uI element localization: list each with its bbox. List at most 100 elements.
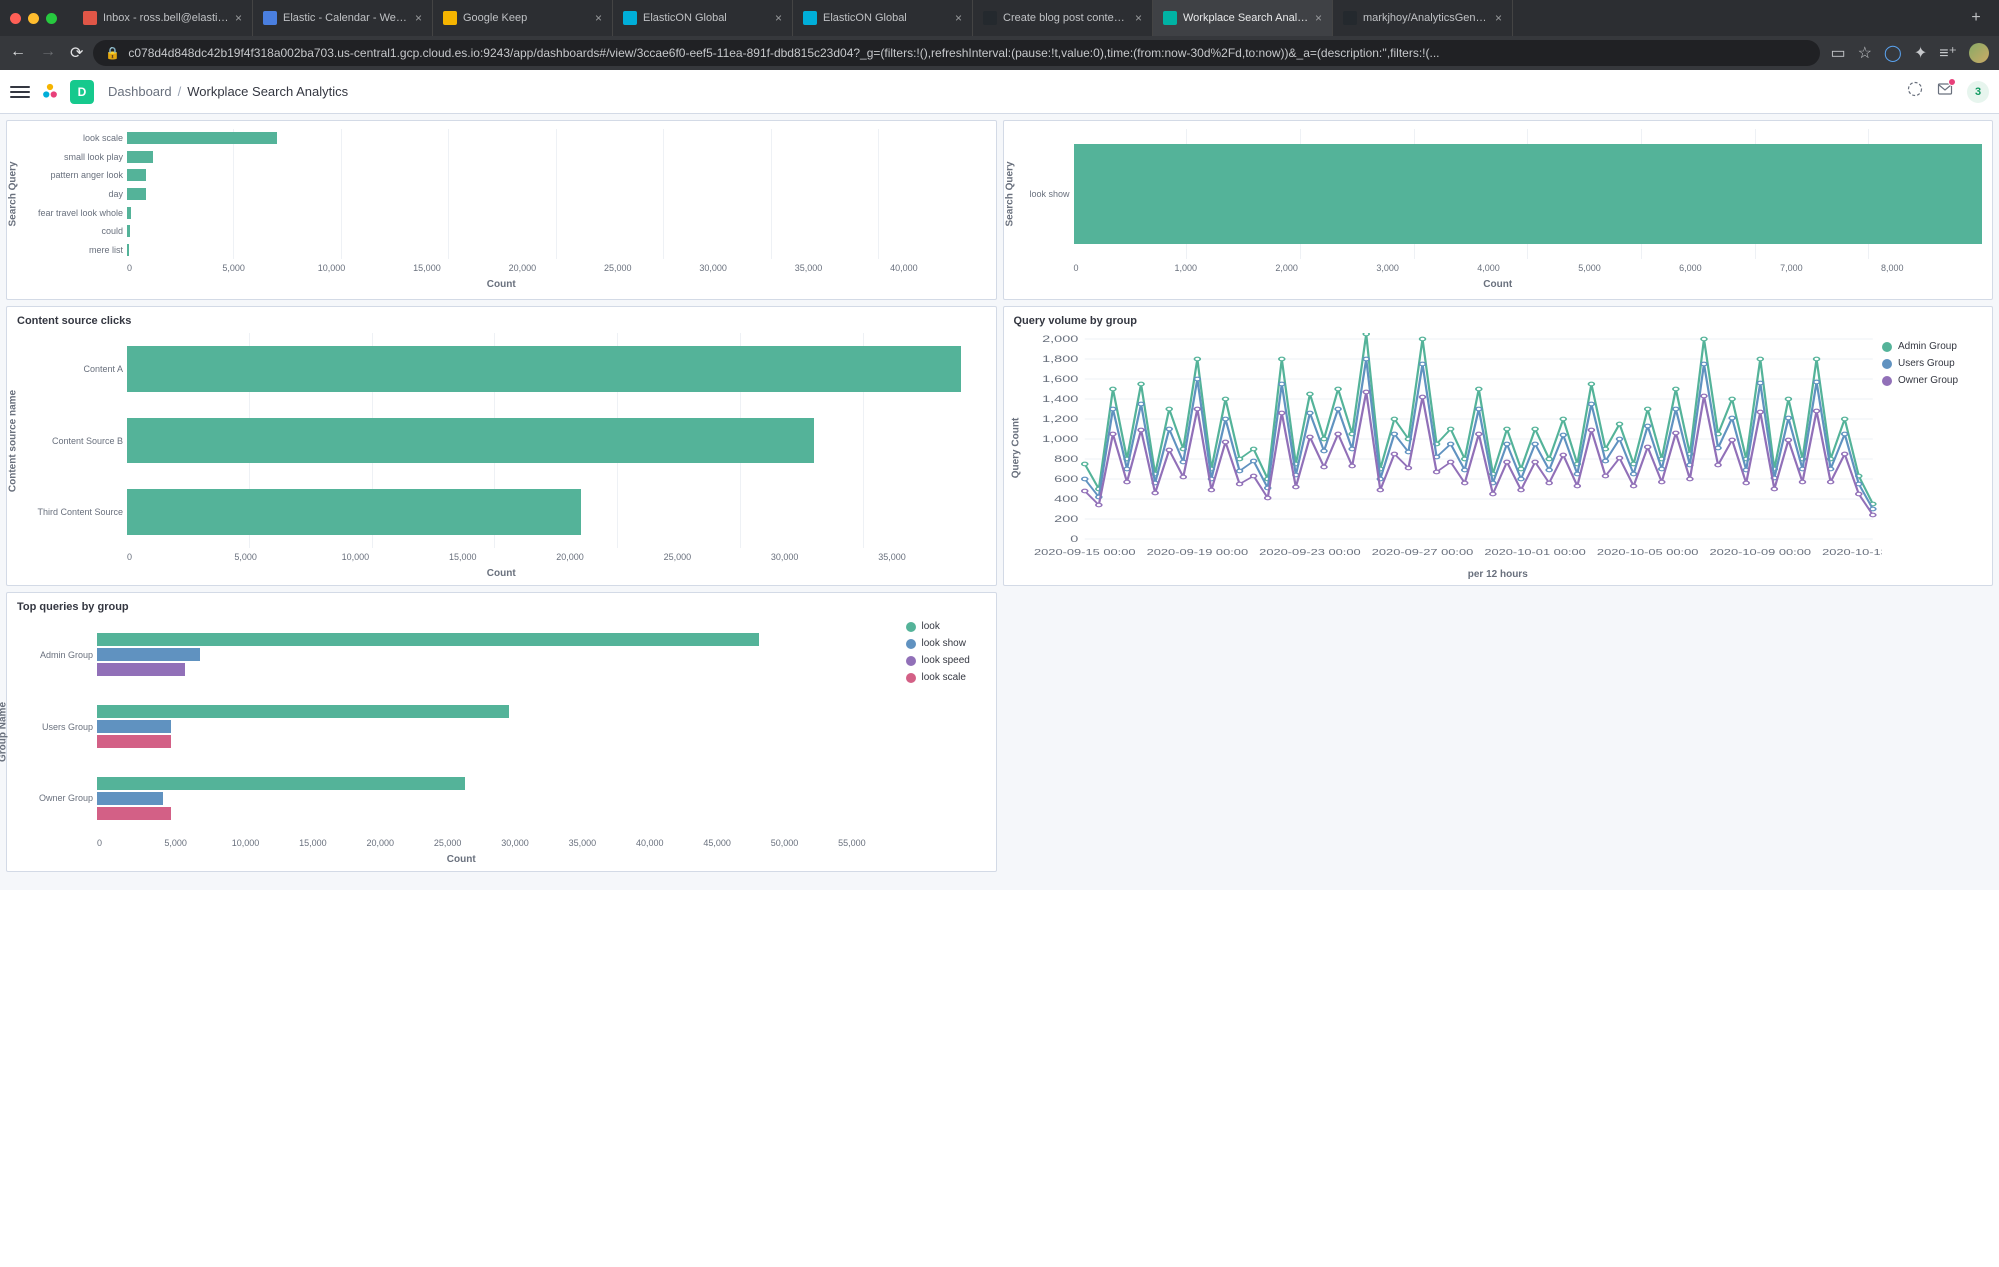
data-point[interactable] — [1433, 470, 1439, 474]
data-point[interactable] — [1785, 397, 1791, 401]
data-point[interactable] — [1560, 433, 1566, 437]
data-point[interactable] — [1504, 460, 1510, 464]
data-point[interactable] — [1813, 409, 1819, 413]
data-point[interactable] — [1307, 392, 1313, 396]
data-point[interactable] — [1152, 491, 1158, 495]
bar[interactable] — [127, 418, 814, 464]
bar[interactable] — [97, 720, 171, 733]
data-point[interactable] — [1602, 474, 1608, 478]
data-point[interactable] — [1461, 468, 1467, 472]
back-button[interactable]: ← — [10, 43, 26, 63]
data-point[interactable] — [1391, 417, 1397, 421]
data-point[interactable] — [1180, 475, 1186, 479]
data-point[interactable] — [1785, 438, 1791, 442]
data-point[interactable] — [1307, 411, 1313, 415]
data-point[interactable] — [1644, 424, 1650, 428]
data-point[interactable] — [1321, 449, 1327, 453]
bar[interactable] — [127, 489, 581, 535]
data-point[interactable] — [1841, 432, 1847, 436]
data-point[interactable] — [1574, 484, 1580, 488]
close-icon[interactable]: × — [415, 11, 422, 25]
data-point[interactable] — [1222, 397, 1228, 401]
bar[interactable] — [97, 663, 185, 676]
data-point[interactable] — [1250, 459, 1256, 463]
data-point[interactable] — [1194, 357, 1200, 361]
data-point[interactable] — [1630, 484, 1636, 488]
browser-tab[interactable]: Inbox - ross.bell@elastic.co - × — [73, 0, 253, 36]
data-point[interactable] — [1138, 402, 1144, 406]
data-point[interactable] — [1124, 480, 1130, 484]
legend-item[interactable]: look scale — [906, 672, 986, 683]
bar[interactable] — [97, 648, 200, 661]
star-icon[interactable]: ☆ — [1858, 43, 1872, 63]
data-point[interactable] — [1827, 480, 1833, 484]
data-point[interactable] — [1644, 407, 1650, 411]
browser-tab[interactable]: ElasticON Global × — [613, 0, 793, 36]
data-point[interactable] — [1391, 452, 1397, 456]
data-point[interactable] — [1475, 432, 1481, 436]
data-point[interactable] — [1335, 407, 1341, 411]
close-icon[interactable]: × — [1315, 11, 1322, 25]
data-point[interactable] — [1194, 377, 1200, 381]
data-point[interactable] — [1869, 513, 1875, 517]
data-point[interactable] — [1095, 503, 1101, 507]
data-point[interactable] — [1461, 481, 1467, 485]
data-point[interactable] — [1138, 428, 1144, 432]
new-tab-button[interactable]: + — [1963, 9, 1989, 27]
data-point[interactable] — [1546, 468, 1552, 472]
data-point[interactable] — [1672, 431, 1678, 435]
data-point[interactable] — [1166, 407, 1172, 411]
data-point[interactable] — [1405, 466, 1411, 470]
bar[interactable] — [97, 792, 163, 805]
legend-item[interactable]: look speed — [906, 655, 986, 666]
legend-item[interactable]: Users Group — [1882, 358, 1982, 369]
data-point[interactable] — [1658, 480, 1664, 484]
data-point[interactable] — [1447, 442, 1453, 446]
data-point[interactable] — [1658, 467, 1664, 471]
browser-tab[interactable]: Create blog post content to ill… × — [973, 0, 1153, 36]
breadcrumb-root[interactable]: Dashboard — [108, 84, 172, 99]
data-point[interactable] — [1419, 337, 1425, 341]
data-point[interactable] — [1841, 452, 1847, 456]
data-point[interactable] — [1855, 492, 1861, 496]
data-point[interactable] — [1560, 417, 1566, 421]
data-point[interactable] — [1110, 407, 1116, 411]
data-point[interactable] — [1321, 437, 1327, 441]
data-point[interactable] — [1236, 482, 1242, 486]
data-point[interactable] — [1081, 477, 1087, 481]
close-icon[interactable]: × — [1135, 11, 1142, 25]
browser-tab[interactable]: Workplace Search Analytics - … × — [1153, 0, 1333, 36]
circle-ext-icon[interactable]: ◯ — [1884, 43, 1902, 63]
data-point[interactable] — [1222, 417, 1228, 421]
close-icon[interactable]: × — [1495, 11, 1502, 25]
legend-item[interactable]: look show — [906, 638, 986, 649]
legend-item[interactable]: Admin Group — [1882, 341, 1982, 352]
data-point[interactable] — [1278, 382, 1284, 386]
data-point[interactable] — [1222, 440, 1228, 444]
bar[interactable] — [97, 633, 759, 646]
reader-icon[interactable]: ▭ — [1830, 43, 1845, 63]
data-point[interactable] — [1841, 417, 1847, 421]
window-minimize[interactable] — [28, 13, 39, 24]
data-point[interactable] — [1560, 453, 1566, 457]
data-point[interactable] — [1588, 428, 1594, 432]
data-point[interactable] — [1335, 432, 1341, 436]
data-point[interactable] — [1321, 465, 1327, 469]
data-point[interactable] — [1799, 480, 1805, 484]
bar[interactable] — [97, 777, 465, 790]
data-point[interactable] — [1757, 357, 1763, 361]
data-point[interactable] — [1616, 437, 1622, 441]
bar[interactable] — [127, 151, 153, 163]
bar[interactable] — [127, 132, 277, 144]
data-point[interactable] — [1546, 481, 1552, 485]
data-point[interactable] — [1546, 457, 1552, 461]
data-point[interactable] — [1504, 442, 1510, 446]
bar[interactable] — [127, 225, 130, 237]
data-point[interactable] — [1292, 485, 1298, 489]
space-badge[interactable]: D — [70, 80, 94, 104]
data-point[interactable] — [1813, 380, 1819, 384]
data-point[interactable] — [1630, 472, 1636, 476]
browser-tab[interactable]: ElasticON Global × — [793, 0, 973, 36]
data-point[interactable] — [1672, 387, 1678, 391]
data-point[interactable] — [1363, 333, 1369, 336]
